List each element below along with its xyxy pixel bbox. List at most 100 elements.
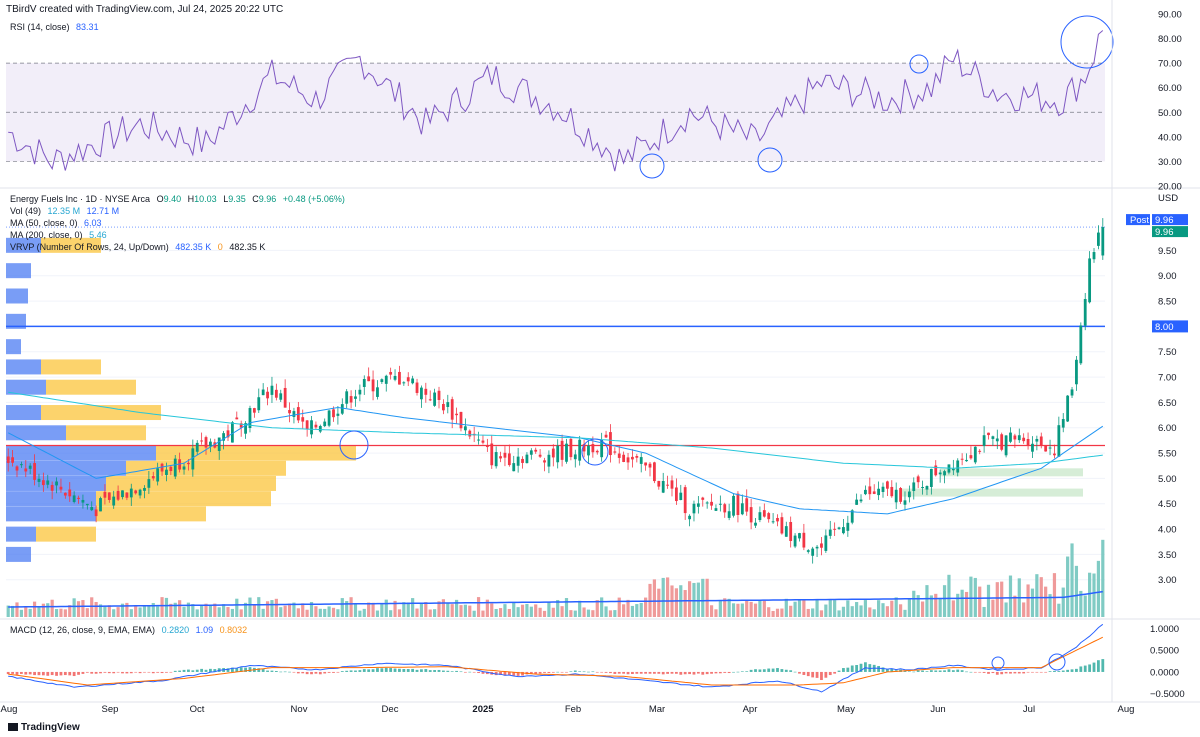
candle-body [1044, 445, 1048, 452]
candle-body [1057, 425, 1061, 457]
candle-body [345, 391, 349, 404]
candle-body [354, 396, 357, 399]
macd-histogram-bar [569, 671, 573, 672]
candle-body [99, 498, 102, 512]
macd-tick-label: 0.0000 [1150, 667, 1179, 678]
volume-bar [903, 609, 907, 617]
volume-bar [472, 610, 476, 617]
candle-body [793, 535, 797, 547]
volume-bar [424, 602, 428, 617]
candle-body [261, 389, 265, 396]
macd-histogram-bar [573, 670, 577, 672]
macd-histogram-bar [1066, 669, 1070, 672]
candle-body [485, 445, 489, 448]
macd-histogram-bar [1092, 662, 1096, 672]
macd-histogram-bar [1044, 671, 1048, 673]
candle-body [46, 480, 50, 485]
candle-body [112, 496, 116, 506]
volume-bar [1096, 560, 1101, 617]
candle-body [503, 452, 507, 458]
macd-histogram-bar [705, 671, 709, 675]
currency-label[interactable]: USD [1158, 193, 1178, 204]
time-tick-label: Jul [1023, 704, 1035, 715]
candle-body [1048, 447, 1052, 449]
volume-bar [709, 605, 714, 617]
candle-body [125, 492, 129, 498]
candle-body [674, 487, 678, 502]
candle-body [151, 476, 155, 479]
candle-body [622, 454, 626, 462]
vp-up-bar [6, 359, 41, 375]
volume-bar [50, 599, 54, 617]
candle-body [274, 389, 278, 398]
volume-bar [925, 585, 929, 617]
macd-histogram-bar [538, 671, 542, 674]
volume-bar [112, 609, 116, 617]
macd-histogram-bar [336, 671, 340, 673]
volume-bar [652, 579, 657, 617]
macd-histogram-bar [696, 671, 700, 674]
candle-body [868, 486, 872, 495]
volume-bar [371, 602, 375, 617]
macd-histogram-bar [631, 671, 634, 675]
candle-body [41, 480, 45, 486]
volume-bar [103, 605, 107, 617]
time-tick-label: Mar [649, 704, 665, 715]
candle-body [402, 382, 406, 384]
volume-bar [261, 608, 265, 617]
volume-bar [806, 608, 810, 617]
candle-body [701, 497, 705, 500]
macd-histogram-bar [960, 670, 964, 672]
candle-body [380, 379, 384, 383]
candle-body [340, 404, 344, 414]
macd-histogram-bar [661, 671, 665, 675]
candle-body [138, 489, 142, 496]
volume-bar [37, 606, 41, 617]
candle-body [1101, 227, 1105, 256]
candle-body [885, 481, 889, 489]
macd-histogram-bar [90, 671, 94, 674]
volume-bar [406, 602, 410, 617]
candle-body [1088, 258, 1092, 303]
candle-body [547, 454, 551, 467]
macd-tick-label: 1.0000 [1150, 624, 1179, 635]
candle-body [995, 438, 999, 442]
volume-bar [283, 605, 287, 617]
candle-body [1070, 389, 1074, 396]
symbol-name[interactable]: Energy Fuels Inc · 1D · NYSE Arca [10, 194, 150, 204]
candle-body [6, 456, 10, 463]
macd-histogram-bar [1079, 666, 1083, 672]
volume-legend: Vol (49) 12.35 M 12.71 M [10, 206, 123, 216]
macd-histogram-bar [657, 671, 661, 674]
candle-body [916, 476, 920, 483]
macd-histogram-bar [1083, 665, 1087, 672]
macd-histogram-bar [947, 669, 951, 672]
volume-bar [934, 593, 938, 617]
volume-bar [380, 603, 384, 617]
volume-bar [59, 608, 63, 617]
macd-histogram-bar [15, 671, 19, 675]
volume-bar [305, 609, 309, 617]
macd-histogram-bar [674, 671, 678, 674]
time-tick-label: Apr [743, 704, 758, 715]
volume-bar [19, 609, 23, 617]
time-tick-label: Jun [930, 704, 945, 715]
macd-histogram-bar [195, 669, 199, 672]
macd-histogram-bar [846, 667, 850, 672]
candle-body [314, 424, 318, 428]
candle-body [1004, 435, 1008, 456]
symbol-legend: Energy Fuels Inc · 1D · NYSE Arca O9.40 … [10, 194, 349, 204]
candle-body [235, 417, 239, 420]
macd-histogram-bar [279, 671, 283, 673]
volume-bar [446, 602, 450, 617]
candle-body [72, 495, 76, 502]
macd-histogram-bar [63, 671, 67, 676]
candle-body [90, 507, 94, 511]
candle-body [279, 393, 283, 400]
volume-bar [138, 607, 142, 617]
hline-value: 8.00 [1155, 322, 1174, 333]
candle-body [894, 489, 898, 503]
volume-bar [718, 600, 722, 617]
vp-down-bar [96, 506, 206, 522]
candle-body [455, 413, 458, 416]
